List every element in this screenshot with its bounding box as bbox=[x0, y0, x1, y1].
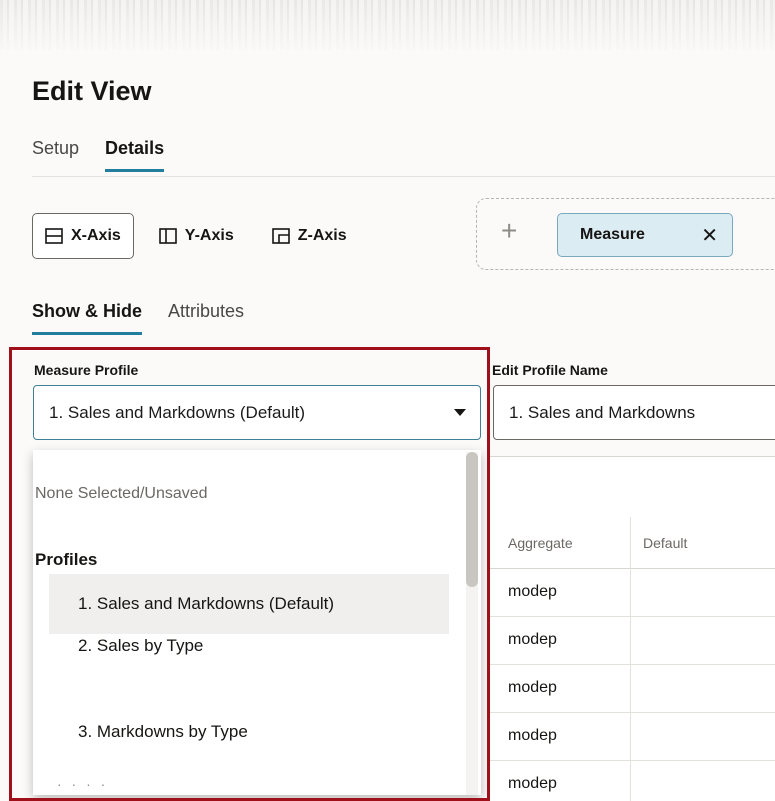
measure-profile-select[interactable]: 1. Sales and Markdowns (Default) bbox=[33, 385, 481, 440]
table-row[interactable]: modep bbox=[488, 569, 775, 617]
z-axis-icon bbox=[271, 228, 290, 244]
table-row[interactable]: modep bbox=[488, 665, 775, 713]
dropdown-option[interactable]: 3. Markdowns by Type bbox=[49, 702, 449, 762]
tab-setup[interactable]: Setup bbox=[32, 138, 79, 172]
measure-chip-label: Measure bbox=[580, 226, 645, 243]
table-row[interactable]: modep bbox=[488, 761, 775, 801]
measures-table: Aggregate Default modep modep modep mode… bbox=[488, 456, 775, 801]
aggregate-cell: modep bbox=[508, 679, 557, 696]
table-row[interactable]: modep bbox=[488, 713, 775, 761]
measure-profile-value: 1. Sales and Markdowns (Default) bbox=[49, 402, 306, 422]
tab-details[interactable]: Details bbox=[105, 138, 165, 172]
tabs-divider bbox=[32, 176, 775, 177]
x-axis-icon bbox=[45, 228, 63, 244]
y-axis-icon bbox=[158, 228, 177, 244]
x-axis-button[interactable]: X-Axis bbox=[32, 213, 134, 259]
x-axis-label: X-Axis bbox=[71, 227, 121, 244]
axis-selector: X-Axis Y-Axis Z-Axis bbox=[32, 213, 360, 259]
aggregate-cell: modep bbox=[508, 727, 557, 744]
y-axis-label: Y-Axis bbox=[184, 227, 234, 244]
z-axis-label: Z-Axis bbox=[297, 227, 347, 244]
edit-profile-name-input[interactable]: 1. Sales and Markdowns bbox=[493, 385, 775, 440]
dropdown-option-none[interactable]: None Selected/Unsaved bbox=[35, 485, 208, 503]
measure-profile-label: Measure Profile bbox=[34, 362, 139, 378]
measure-chip[interactable]: Measure ✕ bbox=[557, 213, 733, 257]
window-top-strip bbox=[0, 0, 775, 54]
column-header-aggregate: Aggregate bbox=[508, 535, 573, 551]
column-header-default: Default bbox=[643, 535, 688, 551]
aggregate-cell: modep bbox=[508, 631, 557, 648]
close-icon[interactable]: ✕ bbox=[701, 223, 718, 248]
dropdown-group-profiles: Profiles bbox=[35, 550, 98, 569]
table-header: Aggregate Default bbox=[488, 517, 775, 569]
aggregate-cell: modep bbox=[508, 583, 557, 600]
sub-tabs: Show & Hide Attributes bbox=[32, 301, 244, 335]
edit-profile-name-value: 1. Sales and Markdowns bbox=[509, 402, 696, 422]
edit-profile-name-label: Edit Profile Name bbox=[492, 362, 608, 378]
dropdown-option[interactable]: 2. Sales by Type bbox=[49, 616, 449, 676]
page-title: Edit View bbox=[32, 76, 152, 106]
plus-icon[interactable]: + bbox=[501, 217, 517, 245]
main-tabs: Setup Details bbox=[32, 138, 165, 172]
aggregate-cell: modep bbox=[508, 775, 557, 792]
dropdown-more-indicator: · · · · bbox=[57, 776, 109, 792]
dropdown-scrollbar-thumb[interactable] bbox=[466, 452, 478, 587]
table-row[interactable]: modep bbox=[488, 617, 775, 665]
tab-attributes[interactable]: Attributes bbox=[168, 301, 244, 335]
tab-show-hide[interactable]: Show & Hide bbox=[32, 301, 143, 335]
z-axis-button[interactable]: Z-Axis bbox=[259, 213, 360, 259]
y-axis-button[interactable]: Y-Axis bbox=[146, 213, 247, 259]
chevron-down-icon bbox=[454, 409, 466, 416]
